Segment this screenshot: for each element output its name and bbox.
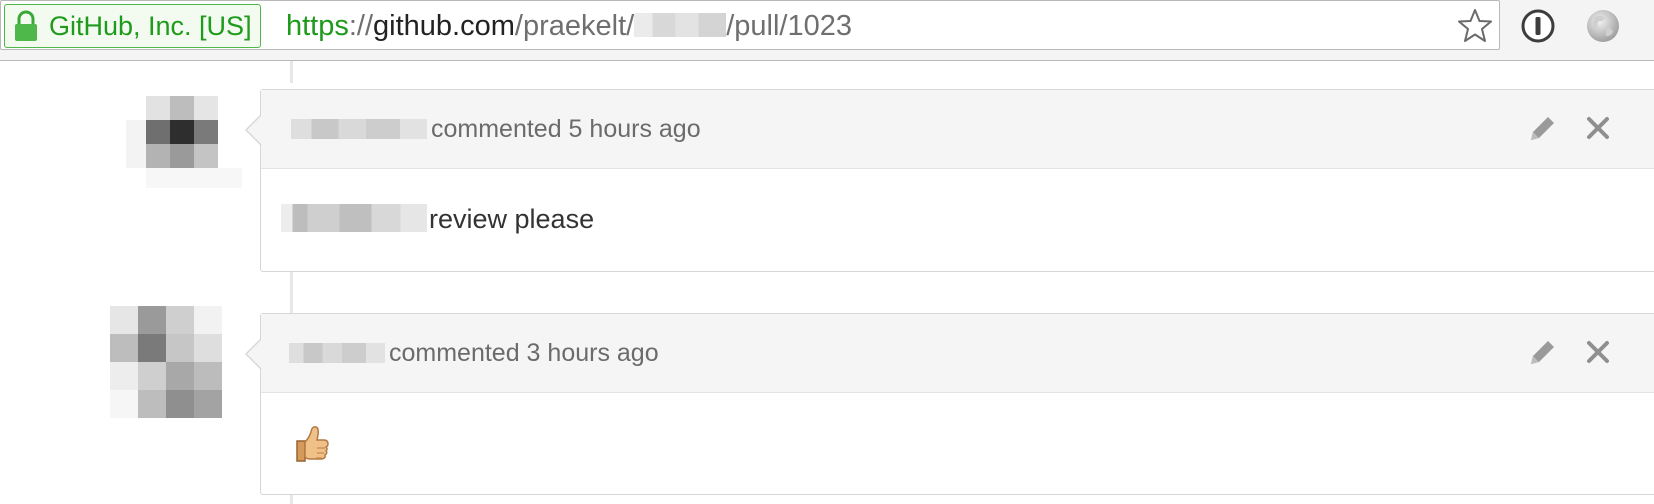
comment-timestamp[interactable]: commented 5 hours ago xyxy=(431,115,701,143)
browser-toolbar: GitHub, Inc. [US] https://github.com/pra… xyxy=(0,0,1654,61)
timeline-comment: commented 3 hours ago xyxy=(245,313,1654,495)
comment-timestamp[interactable]: commented 3 hours ago xyxy=(389,339,659,367)
redacted-repo-name xyxy=(634,13,727,37)
comment-text: review please xyxy=(429,204,595,234)
redacted-username[interactable] xyxy=(289,343,385,363)
url-host: github.com xyxy=(373,10,515,42)
comment-pointer xyxy=(245,338,262,370)
url-text[interactable]: https://github.com/praekelt/ /pull/1023 xyxy=(286,1,852,51)
star-icon[interactable] xyxy=(1456,7,1494,45)
comment-body: review please xyxy=(261,169,1654,269)
timeline-comment: commented 5 hours ago review please xyxy=(245,89,1654,272)
redacted-mention[interactable] xyxy=(281,204,427,232)
url-path-pull: /pull/1023 xyxy=(726,10,852,42)
comment-header: commented 5 hours ago xyxy=(245,90,1654,169)
avatar[interactable] xyxy=(126,92,242,192)
url-path-owner: /praekelt/ xyxy=(514,10,635,42)
lock-icon xyxy=(15,10,37,41)
timeline-connector xyxy=(290,272,293,314)
ev-label: GitHub, Inc. [US] xyxy=(49,10,252,41)
onepassword-icon[interactable] xyxy=(1520,8,1556,44)
timeline-connector xyxy=(290,61,293,83)
url-separator: :// xyxy=(348,10,374,42)
comment-meta: commented 3 hours ago xyxy=(289,314,659,392)
ev-certificate-badge[interactable]: GitHub, Inc. [US] xyxy=(4,4,261,48)
thumbs-up-icon xyxy=(296,426,329,462)
globe-icon[interactable] xyxy=(1585,8,1621,44)
comment-meta: commented 5 hours ago xyxy=(291,90,701,168)
pencil-icon[interactable] xyxy=(1525,112,1559,146)
comment-pointer xyxy=(245,114,262,146)
comment-body xyxy=(261,393,1654,495)
pencil-icon[interactable] xyxy=(1525,336,1559,370)
redacted-username[interactable] xyxy=(291,119,427,139)
url-scheme: https xyxy=(286,10,349,42)
close-icon[interactable] xyxy=(1582,112,1614,144)
avatar[interactable] xyxy=(110,306,244,424)
timeline-connector xyxy=(290,495,293,504)
close-icon[interactable] xyxy=(1582,336,1614,368)
address-bar[interactable]: GitHub, Inc. [US] https://github.com/pra… xyxy=(0,0,1500,50)
comment-header: commented 3 hours ago xyxy=(245,314,1654,393)
